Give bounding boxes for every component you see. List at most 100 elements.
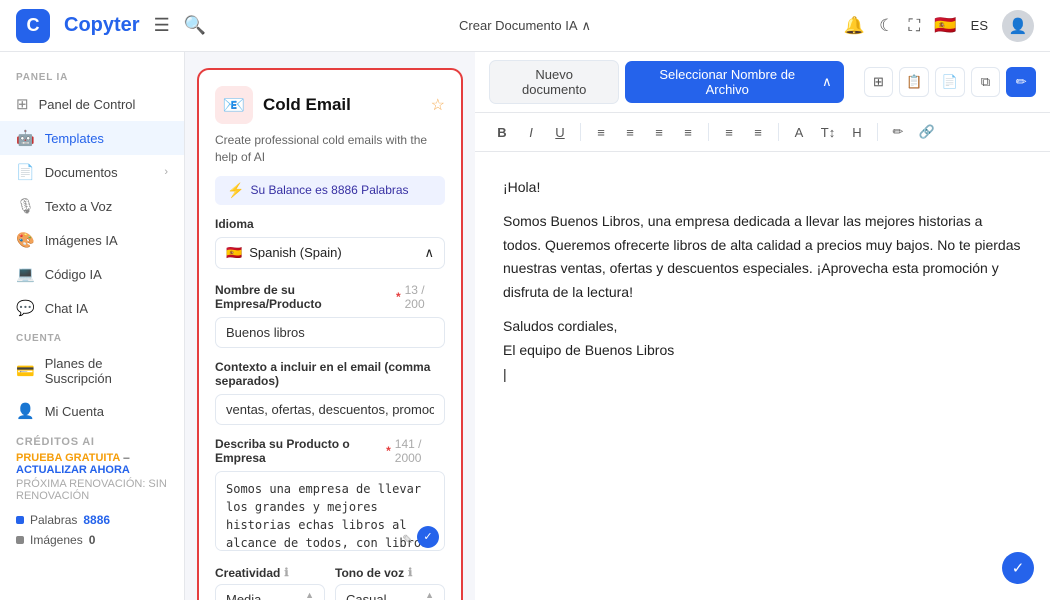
creatividad-value: Media — [226, 592, 261, 600]
templates-icon: 🤖 — [16, 129, 35, 147]
descripcion-group: Describa su Producto o Empresa * 141 / 2… — [215, 437, 445, 554]
content-greeting: ¡Hola! — [503, 176, 1022, 200]
avatar-icon: 👤 — [1009, 17, 1028, 35]
contexto-group: Contexto a incluir en el email (comma se… — [215, 360, 445, 425]
cuenta-label: CUENTA — [0, 325, 184, 348]
empresa-input[interactable] — [215, 317, 445, 348]
panel-ia-label: PANEL IA — [0, 64, 184, 87]
align-right-button[interactable]: ≡ — [646, 119, 672, 145]
content-body: Somos Buenos Libros, una empresa dedicad… — [503, 210, 1022, 305]
sidebar-item-label-planes: Planes de Suscripción — [45, 356, 168, 386]
plan-sep: – — [123, 452, 129, 464]
archivo-chevron-icon: ∧ — [822, 74, 832, 90]
sidebar-item-mi-cuenta[interactable]: 👤 Mi Cuenta — [0, 394, 184, 428]
edit-icon[interactable]: ✎ — [402, 532, 413, 548]
documentos-chevron: › — [164, 166, 168, 178]
list-unordered-button[interactable]: ≡ — [745, 119, 771, 145]
lang-select-left: 🇪🇸 Spanish (Spain) — [226, 245, 342, 261]
empresa-char-count: 13 / 200 — [405, 283, 445, 311]
descripcion-wrapper: ✎ ✓ — [215, 471, 445, 554]
palabras-count: 8886 — [83, 513, 110, 527]
lang-label: ES — [971, 18, 988, 33]
favorite-star-icon[interactable]: ☆ — [431, 95, 445, 115]
lang-chevron-icon: ∧ — [424, 245, 434, 261]
list-ordered-button[interactable]: ≡ — [716, 119, 742, 145]
creatividad-info-icon[interactable]: ℹ — [284, 566, 288, 579]
hamburger-icon[interactable]: ☰ — [154, 15, 170, 36]
texto-voz-icon: 🎙 — [16, 197, 35, 215]
font-size-button[interactable]: T↕ — [815, 119, 841, 145]
chat-icon: 💬 — [16, 299, 35, 317]
tool-icon-box: 📧 — [215, 86, 253, 124]
tono-info-icon[interactable]: ℹ — [408, 566, 412, 579]
bell-icon[interactable]: 🔔 — [844, 16, 865, 36]
mi-cuenta-icon: 👤 — [16, 402, 35, 420]
toolbar-icon-btn-4[interactable]: ⧉ — [971, 67, 1001, 97]
sidebar-item-codigo[interactable]: 💻 Código IA — [0, 257, 184, 291]
archivo-selector-button[interactable]: Seleccionar Nombre de Archivo ∧ — [625, 61, 843, 103]
toolbar-icon-btn-5[interactable]: ✏ — [1006, 67, 1036, 97]
sidebar-item-documentos[interactable]: 📄 Documentos › — [0, 155, 184, 189]
tono-select[interactable]: Casual ▲ ▼ — [335, 584, 445, 600]
descripcion-char-count: 141 / 2000 — [395, 437, 445, 465]
search-icon[interactable]: 🔍 — [184, 15, 206, 36]
plan-trial-label: PRUEBA GRATUITA — [16, 452, 120, 464]
codigo-icon: 💻 — [16, 265, 35, 283]
align-left-button[interactable]: ≡ — [588, 119, 614, 145]
sidebar-item-label-panel: Panel de Control — [39, 97, 136, 112]
nav-right: 🔔 ☾ ⛶ 🇪🇸 ES 👤 — [844, 10, 1034, 42]
toolbar-icon-btn-3[interactable]: 📄 — [935, 67, 965, 97]
sidebar-item-planes[interactable]: 💳 Planes de Suscripción — [0, 348, 184, 394]
draw-button[interactable]: ✏ — [885, 119, 911, 145]
sidebar-item-texto-voz[interactable]: 🎙 Texto a Voz — [0, 189, 184, 223]
new-document-button[interactable]: Nuevo documento — [489, 60, 619, 104]
font-color-button[interactable]: A — [786, 119, 812, 145]
tono-arrows: ▲ ▼ — [425, 590, 434, 600]
sidebar-item-label-cuenta: Mi Cuenta — [45, 404, 104, 419]
imagenes-count: 0 — [89, 533, 96, 547]
toolbar-icon-btn-1[interactable]: ⊞ — [864, 67, 894, 97]
italic-button[interactable]: I — [518, 119, 544, 145]
link-button[interactable]: 🔗 — [914, 119, 940, 145]
confirm-check-button[interactable]: ✓ — [417, 526, 439, 548]
moon-icon[interactable]: ☾ — [879, 16, 894, 36]
editor-content[interactable]: ¡Hola! Somos Buenos Libros, una empresa … — [475, 152, 1050, 600]
tool-title: Cold Email — [263, 95, 421, 115]
balance-icon: ⚡ — [227, 182, 244, 199]
tono-value: Casual — [346, 592, 386, 600]
sidebar-item-label-documentos: Documentos — [45, 165, 118, 180]
contexto-input[interactable] — [215, 394, 445, 425]
editor-toolbar: Nuevo documento Seleccionar Nombre de Ar… — [475, 52, 1050, 113]
crear-documento-button[interactable]: Crear Documento IA ∧ — [459, 18, 591, 34]
align-justify-button[interactable]: ≡ — [675, 119, 701, 145]
sliders-row: Creatividad ℹ Media ▲ ▼ Tono de voz — [215, 566, 445, 600]
bottom-confirm-button[interactable]: ✓ — [1002, 552, 1034, 584]
idioma-group: Idioma 🇪🇸 Spanish (Spain) ∧ — [215, 217, 445, 269]
tono-label: Tono de voz ℹ — [335, 566, 445, 580]
sidebar-item-label-templates: Templates — [45, 131, 104, 146]
sidebar-item-templates[interactable]: 🤖 Templates — [0, 121, 184, 155]
panel-control-icon: ⊞ — [16, 95, 29, 113]
idioma-label: Idioma — [215, 217, 445, 231]
format-separator-4 — [877, 123, 878, 141]
underline-button[interactable]: U — [547, 119, 573, 145]
expand-icon[interactable]: ⛶ — [908, 16, 920, 36]
sidebar-item-imagenes[interactable]: 🎨 Imágenes IA — [0, 223, 184, 257]
tono-group: Tono de voz ℹ Casual ▲ ▼ — [335, 566, 445, 600]
documentos-icon: 📄 — [16, 163, 35, 181]
plan-upgrade-link[interactable]: ACTUALIZAR AHORA — [16, 464, 130, 476]
sidebar-item-panel-control[interactable]: ⊞ Panel de Control — [0, 87, 184, 121]
align-center-button[interactable]: ≡ — [617, 119, 643, 145]
avatar[interactable]: 👤 — [1002, 10, 1034, 42]
creatividad-arrows: ▲ ▼ — [305, 590, 314, 600]
creatividad-select[interactable]: Media ▲ ▼ — [215, 584, 325, 600]
renovacion-label: PRÓXIMA RENOVACIÓN: SIN RENOVACIÓN — [16, 478, 168, 502]
toolbar-icon-btn-2[interactable]: 📋 — [899, 67, 929, 97]
empresa-group: Nombre de su Empresa/Producto * 13 / 200 — [215, 283, 445, 348]
bold-button[interactable]: B — [489, 119, 515, 145]
heading-button[interactable]: H — [844, 119, 870, 145]
sidebar-item-label-codigo: Código IA — [45, 267, 102, 282]
sidebar-item-chat[interactable]: 💬 Chat IA — [0, 291, 184, 325]
creatividad-group: Creatividad ℹ Media ▲ ▼ — [215, 566, 325, 600]
language-select[interactable]: 🇪🇸 Spanish (Spain) ∧ — [215, 237, 445, 269]
